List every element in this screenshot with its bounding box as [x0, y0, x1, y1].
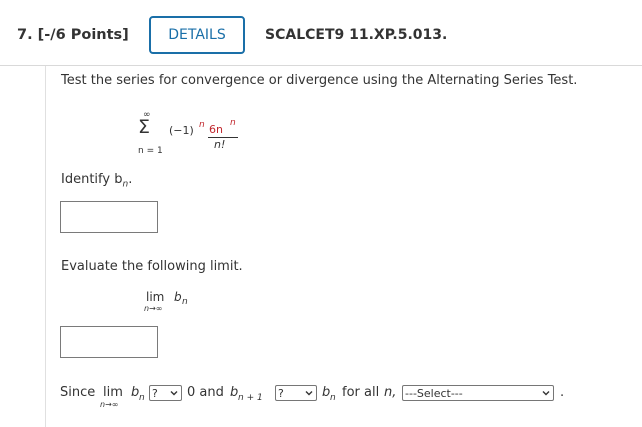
numerator: 6n — [209, 123, 223, 136]
sum-lower-limit: n = 1 — [138, 146, 163, 156]
sigma-symbol: Σ — [138, 116, 151, 138]
question-prompt: Test the series for convergence or diver… — [61, 73, 578, 88]
since-lim-word: lim — [103, 385, 123, 400]
identify-period: . — [128, 172, 133, 187]
term-comparison-select[interactable]: ? — [275, 385, 317, 401]
series-expression: ∞ Σ n = 1 (−1) n 6n n n! — [134, 110, 264, 160]
identify-text: Identify b — [61, 172, 123, 187]
denominator: n! — [214, 138, 226, 151]
since-b3-subscript: n — [330, 393, 336, 403]
since-b2-subscript: n + 1 — [238, 393, 263, 403]
limit-instruction: Evaluate the following limit. — [61, 259, 243, 274]
n-variable: n, — [384, 385, 397, 400]
b-variable: b — [174, 290, 182, 304]
chevron-down-icon — [305, 391, 313, 396]
numerator-exponent: n — [230, 118, 236, 128]
conclusion-select-value: ---Select--- — [405, 386, 463, 400]
limit-comparison-value: ? — [152, 386, 158, 400]
term-comparison-value: ? — [278, 386, 284, 400]
sign-exponent: n — [199, 120, 205, 130]
chevron-down-icon — [170, 391, 178, 396]
question-number: 7. [-/6 Points] — [17, 27, 129, 43]
details-button[interactable]: DETAILS — [149, 16, 245, 54]
identify-label: Identify bn. — [61, 172, 132, 190]
conclusion-line: Since lim n→∞ b n ? 0 and b n + 1 ? b n … — [60, 384, 630, 414]
since-word: Since — [60, 385, 96, 400]
limit-expression: lim n→∞ b n — [144, 288, 204, 318]
alternating-sign: (−1) — [169, 124, 194, 137]
question-header: 7. [-/6 Points] DETAILS SCALCET9 11.XP.5… — [0, 0, 642, 66]
since-b-subscript: n — [139, 393, 145, 403]
question-reference: SCALCET9 11.XP.5.013. — [265, 27, 448, 43]
conclusion-period: . — [560, 385, 565, 400]
zero-and-text: 0 and — [187, 385, 224, 400]
limit-answer-field[interactable] — [60, 326, 158, 358]
chevron-down-icon — [542, 391, 550, 396]
b-subscript: n — [182, 297, 188, 307]
limit-comparison-select[interactable]: ? — [149, 385, 182, 401]
lim-word: lim — [146, 290, 165, 304]
lim-subscript: n→∞ — [144, 304, 163, 313]
conclusion-select[interactable]: ---Select--- — [402, 385, 554, 401]
since-lim-subscript: n→∞ — [100, 400, 119, 409]
question-body: Test the series for convergence or diver… — [45, 66, 639, 427]
for-all-text: for all — [342, 385, 380, 400]
bn-answer-field[interactable] — [60, 201, 158, 233]
